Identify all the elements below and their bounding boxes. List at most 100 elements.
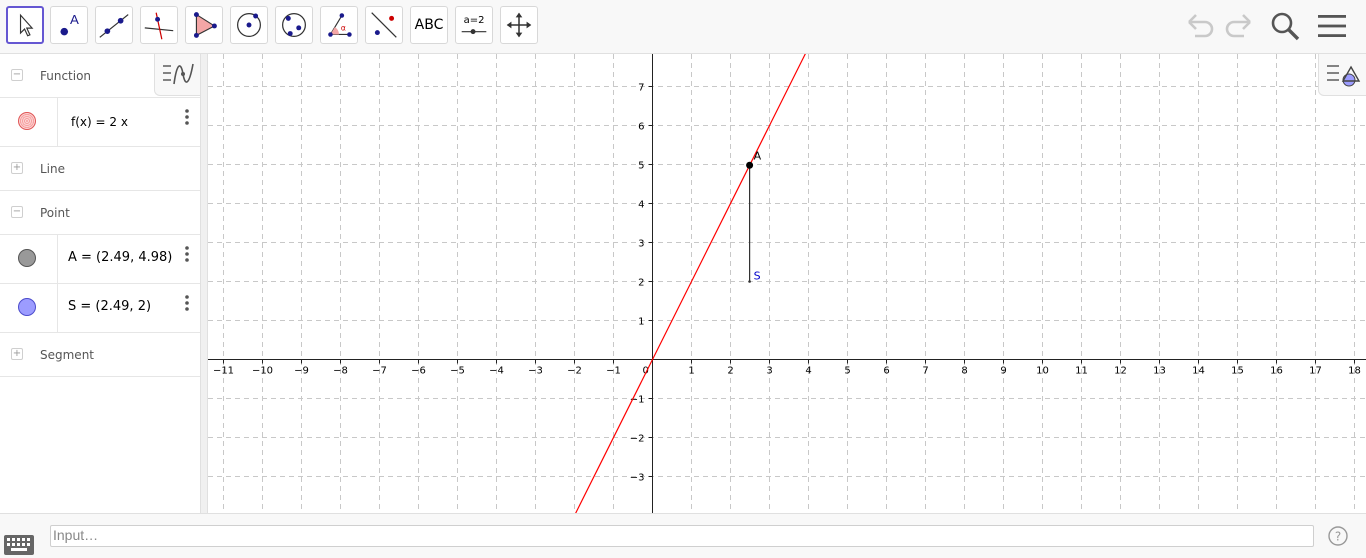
y-tick-label: 1: [638, 317, 644, 328]
x-tick-label: 6: [883, 366, 889, 377]
more-options-icon[interactable]: [184, 294, 190, 312]
graphics-view[interactable]: −11 −10 −9 −8 −7 −6 −5 −4 −3 −2 −1 1 2 3 4 5 6 7 8 9 10 11 12 1…: [208, 43, 1366, 520]
visibility-marble-icon[interactable]: [18, 298, 36, 316]
view-splitter[interactable]: [200, 54, 208, 513]
y-tick-label: −3: [630, 473, 645, 484]
point-A[interactable]: [746, 161, 754, 169]
point-icon: A: [60, 12, 79, 36]
undo-button[interactable]: [1185, 10, 1217, 42]
svg-text:α: α: [341, 24, 346, 33]
y-tick-label: 5: [638, 161, 644, 172]
reflect-tool[interactable]: [365, 6, 403, 44]
y-tick-label: 3: [638, 239, 644, 250]
x-tick-label: 2: [727, 366, 733, 377]
visibility-toggle-area[interactable]: [0, 98, 58, 146]
algebra-item-f[interactable]: f(x) = 2 x: [0, 98, 200, 147]
graphics-style-bar-toggle[interactable]: [1318, 54, 1366, 96]
x-tick-label: 8: [961, 366, 967, 377]
collapse-icon[interactable]: −: [11, 69, 23, 81]
group-label: Function: [40, 69, 92, 83]
help-icon[interactable]: ?: [1328, 526, 1348, 546]
algebra-item-A[interactable]: A = (2.49, 4.98): [0, 235, 200, 284]
x-tick-label: 10: [1036, 366, 1049, 377]
move-graphics-view-tool[interactable]: [500, 6, 538, 44]
group-point[interactable]: − Point: [0, 191, 200, 235]
x-tick-label: −10: [252, 366, 273, 377]
menu-button[interactable]: [1316, 10, 1348, 42]
x-tick-label: 4: [805, 366, 811, 377]
grid: [208, 54, 1366, 513]
y-tick-label: 4: [638, 200, 644, 211]
algebra-view: − Function f(x) = 2 x + Line − Point A =…: [0, 54, 200, 513]
toolbar: A α ABC a=2: [0, 0, 1366, 54]
perpendicular-line-tool[interactable]: [140, 6, 178, 44]
x-tick-label: 12: [1114, 366, 1127, 377]
x-tick-label: 7: [922, 366, 928, 377]
cursor-arrow-icon: [19, 13, 34, 37]
angle-tool[interactable]: α: [320, 6, 358, 44]
keyboard-icon[interactable]: [4, 535, 34, 555]
algebra-item-S[interactable]: S = (2.49, 2): [0, 284, 200, 333]
search-button[interactable]: [1269, 10, 1301, 42]
x-tick-label: 9: [1000, 366, 1006, 377]
visibility-marble-icon[interactable]: [18, 112, 36, 130]
algebra-expression[interactable]: f(x) = 2 x: [71, 115, 128, 129]
algebra-style-bar-toggle[interactable]: [154, 54, 200, 96]
expand-icon[interactable]: +: [11, 162, 23, 174]
svg-text:A: A: [70, 12, 79, 27]
x-tick-label: 16: [1270, 366, 1283, 377]
conic-icon: [282, 13, 306, 37]
more-options-icon[interactable]: [184, 245, 190, 263]
point-S-label: S: [754, 270, 761, 283]
y-axis-tick-labels: 7654321−1−2−3: [630, 83, 653, 484]
group-segment[interactable]: + Segment: [0, 333, 200, 377]
conic-through-points-tool[interactable]: [275, 6, 313, 44]
move-tool[interactable]: [6, 6, 44, 44]
polygon-icon: [193, 12, 217, 38]
x-tick-label: 5: [844, 366, 850, 377]
svg-text:?: ?: [1335, 530, 1341, 544]
visibility-marble-icon[interactable]: [18, 249, 36, 267]
point-S[interactable]: [748, 280, 751, 283]
visibility-toggle-area[interactable]: [0, 284, 58, 332]
x-tick-label: −5: [450, 366, 465, 377]
group-label: Point: [40, 206, 70, 220]
x-tick-label: 14: [1192, 366, 1205, 377]
collapse-icon[interactable]: −: [11, 206, 23, 218]
input-field[interactable]: Input…: [50, 525, 1314, 547]
x-tick-label: −1: [606, 366, 621, 377]
search-icon: [1271, 12, 1300, 41]
style-bar-graph-icon: [163, 63, 194, 85]
group-line[interactable]: + Line: [0, 147, 200, 191]
point-A-label: A: [754, 149, 762, 162]
slider-tool[interactable]: a=2: [455, 6, 493, 44]
expand-icon[interactable]: +: [11, 348, 23, 360]
menu-icon: [1318, 15, 1346, 37]
point-tool[interactable]: A: [50, 6, 88, 44]
algebra-expression[interactable]: S = (2.49, 2): [68, 299, 151, 314]
redo-icon: [1225, 14, 1251, 38]
axes: [208, 54, 1366, 513]
circle-icon: [237, 13, 261, 37]
redo-button[interactable]: [1222, 10, 1254, 42]
visibility-toggle-area[interactable]: [0, 235, 58, 283]
circle-center-point-tool[interactable]: [230, 6, 268, 44]
x-tick-label: −11: [213, 366, 234, 377]
text-tool[interactable]: ABC: [410, 6, 448, 44]
style-bar-triangle-icon: [1327, 65, 1361, 87]
x-tick-label: 3: [766, 366, 772, 377]
line-through-points-icon: [99, 14, 129, 38]
origin-label: 0: [643, 366, 649, 377]
y-tick-label: 6: [638, 122, 644, 133]
x-tick-label: 18: [1348, 366, 1361, 377]
line-tool[interactable]: [95, 6, 133, 44]
more-options-icon[interactable]: [184, 108, 190, 126]
algebra-expression[interactable]: A = (2.49, 4.98): [68, 250, 172, 265]
group-label: Line: [40, 162, 66, 176]
graphics-canvas[interactable]: −11 −10 −9 −8 −7 −6 −5 −4 −3 −2 −1 1 2 3 4 5 6 7 8 9 10 11 12 1…: [208, 43, 1366, 520]
x-tick-label: 11: [1075, 366, 1088, 377]
polygon-tool[interactable]: [185, 6, 223, 44]
x-tick-label: 15: [1231, 366, 1244, 377]
y-tick-label: −2: [630, 434, 645, 445]
text-tool-label: ABC: [414, 17, 444, 33]
